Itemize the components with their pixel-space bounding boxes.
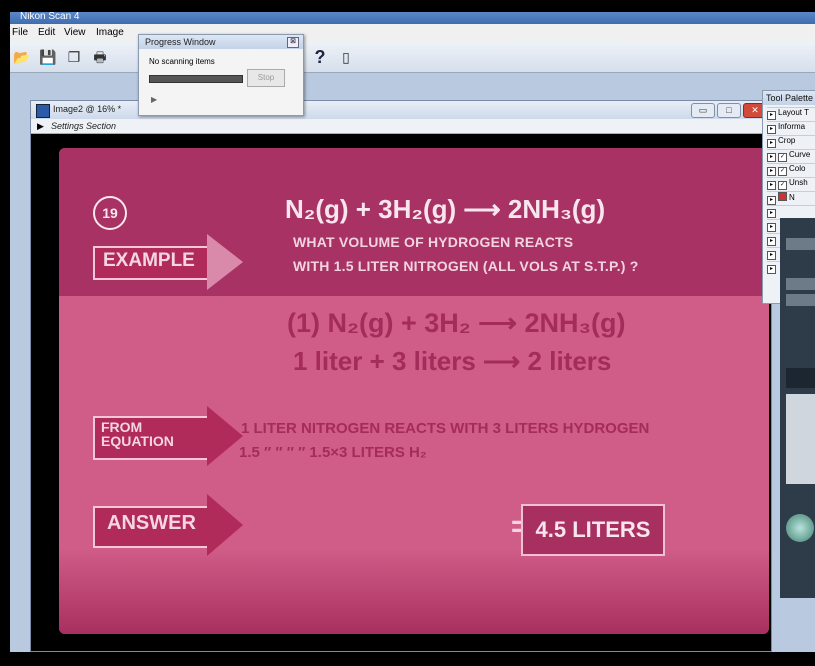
help-icon[interactable]: ? — [310, 47, 330, 67]
expand-icon[interactable]: ▸ — [767, 153, 776, 162]
progress-expand-icon[interactable]: ▶ — [151, 95, 157, 104]
expand-icon[interactable]: ▸ — [767, 209, 776, 218]
menu-edit[interactable]: Edit — [38, 27, 55, 38]
palette-item-crop[interactable]: ▸ Crop — [767, 135, 815, 148]
equation-label: EQUATION — [101, 433, 174, 449]
expand-icon[interactable]: ▸ — [767, 167, 776, 176]
tool-palette-title: Tool Palette — [766, 93, 814, 103]
app-title-bar: Nikon Scan 4 — [10, 12, 815, 24]
menu-image[interactable]: Image — [96, 27, 124, 38]
maximize-button[interactable]: □ — [717, 103, 741, 118]
tool-palette-title-bar[interactable]: Tool Palette — [763, 91, 815, 105]
settings-section[interactable]: ▶ Settings Section — [31, 119, 771, 134]
progress-window-close-icon[interactable]: ⊠ — [287, 37, 299, 48]
nikon-scan-app: Nikon Scan 4 File Edit View Image 📂 💾 ❐ … — [10, 12, 815, 652]
problem-number: 19 — [93, 196, 127, 230]
panel-control[interactable] — [786, 278, 815, 290]
progress-window-title-bar[interactable]: Progress Window ⊠ — [139, 35, 303, 49]
stop-button[interactable]: Stop — [247, 69, 285, 87]
question-line-2: WITH 1.5 LITER NITROGEN (ALL VOLS AT S.T… — [293, 258, 639, 274]
volumes-line: 1 liter + 3 liters ⟶ 2 liters — [293, 346, 612, 376]
save-icon[interactable]: 💾 — [38, 47, 58, 67]
menu-view[interactable]: View — [64, 27, 86, 38]
image-icon — [36, 104, 50, 118]
palette-item-color[interactable]: ▸ ✓ Colo — [767, 163, 815, 176]
progress-status: No scanning items — [149, 57, 215, 66]
palette-item-curves[interactable]: ▸ ✓ Curve — [767, 149, 815, 162]
expand-arrow-icon[interactable]: ▶ — [37, 121, 44, 132]
open-icon[interactable]: 📂 — [12, 47, 32, 67]
progress-window[interactable]: Progress Window ⊠ No scanning items Stop… — [138, 34, 304, 116]
menu-file[interactable]: File — [12, 27, 28, 38]
expand-icon[interactable]: ▸ — [767, 181, 776, 190]
scan-dial-icon[interactable] — [786, 514, 814, 542]
answer-value: 4.5 LITERS — [521, 504, 665, 556]
palette-item-unsharp[interactable]: ▸ ✓ Unsh — [767, 177, 815, 190]
expand-icon[interactable]: ▸ — [767, 237, 776, 246]
settings-section-label: Settings Section — [51, 121, 117, 131]
scanner-control-panel — [780, 218, 815, 598]
panel-display — [786, 368, 815, 388]
clipboard-icon[interactable]: ▯ — [336, 47, 356, 67]
expand-icon[interactable]: ▸ — [767, 251, 776, 260]
toolbar: 📂 💾 ❐ 🖶 ? ▯ — [10, 42, 815, 73]
panel-control[interactable] — [786, 238, 815, 250]
print-icon[interactable]: 🖶 — [90, 47, 110, 67]
expand-icon[interactable]: ▸ — [767, 125, 776, 134]
copy-icon[interactable]: ❐ — [64, 47, 84, 67]
checkbox-checked-icon[interactable]: ✓ — [778, 167, 787, 176]
expand-icon[interactable]: ▸ — [767, 139, 776, 148]
palette-item-information[interactable]: ▸ Informa — [767, 121, 815, 134]
minimize-button[interactable]: ▭ — [691, 103, 715, 118]
main-equation: N₂(g) + 3H₂(g) ⟶ 2NH₃(g) — [285, 194, 606, 224]
ratio-line-2: 1.5 ″ ″ ″ ″ 1.5×3 LITERS H₂ — [239, 444, 427, 461]
from-label: FROM — [101, 419, 143, 435]
slide-bottom-fade — [59, 548, 769, 634]
expand-icon[interactable]: ▸ — [767, 265, 776, 274]
answer-label: ANSWER — [107, 512, 196, 534]
palette-item-layout[interactable]: ▸ Layout T — [767, 107, 815, 120]
checkbox-checked-icon[interactable]: ✓ — [778, 181, 787, 190]
question-line-1: WHAT VOLUME OF HYDROGEN REACTS — [293, 234, 574, 250]
image-window-title: Image2 @ 16% * — [53, 104, 122, 114]
example-label: EXAMPLE — [103, 250, 195, 271]
panel-info-box — [786, 394, 815, 484]
checkbox-checked-icon[interactable]: ✓ — [778, 153, 787, 162]
panel-control[interactable] — [786, 294, 815, 306]
tool-icon — [778, 192, 787, 201]
progress-window-title: Progress Window — [145, 37, 216, 47]
image-canvas[interactable]: 19 EXAMPLE N₂(g) + 3H₂(g) ⟶ 2NH₃(g) WHAT… — [31, 134, 771, 651]
ratio-line-1: 1 LITER NITROGEN REACTS WITH 3 LITERS HY… — [241, 420, 650, 437]
image-window[interactable]: Image2 @ 16% * ▭ □ ✕ ▶ Settings Section … — [30, 100, 772, 652]
scanned-slide: 19 EXAMPLE N₂(g) + 3H₂(g) ⟶ 2NH₃(g) WHAT… — [59, 148, 769, 634]
work-equation: (1) N₂(g) + 3H₂ ⟶ 2NH₃(g) — [287, 308, 626, 338]
palette-item-blank-1[interactable]: ▸ — [767, 205, 815, 218]
expand-icon[interactable]: ▸ — [767, 196, 776, 205]
progress-bar — [149, 75, 243, 83]
palette-item-n[interactable]: ▸ N — [767, 191, 815, 205]
expand-icon[interactable]: ▸ — [767, 111, 776, 120]
app-title: Nikon Scan 4 — [20, 12, 80, 22]
expand-icon[interactable]: ▸ — [767, 223, 776, 232]
menu-bar: File Edit View Image — [10, 24, 815, 42]
